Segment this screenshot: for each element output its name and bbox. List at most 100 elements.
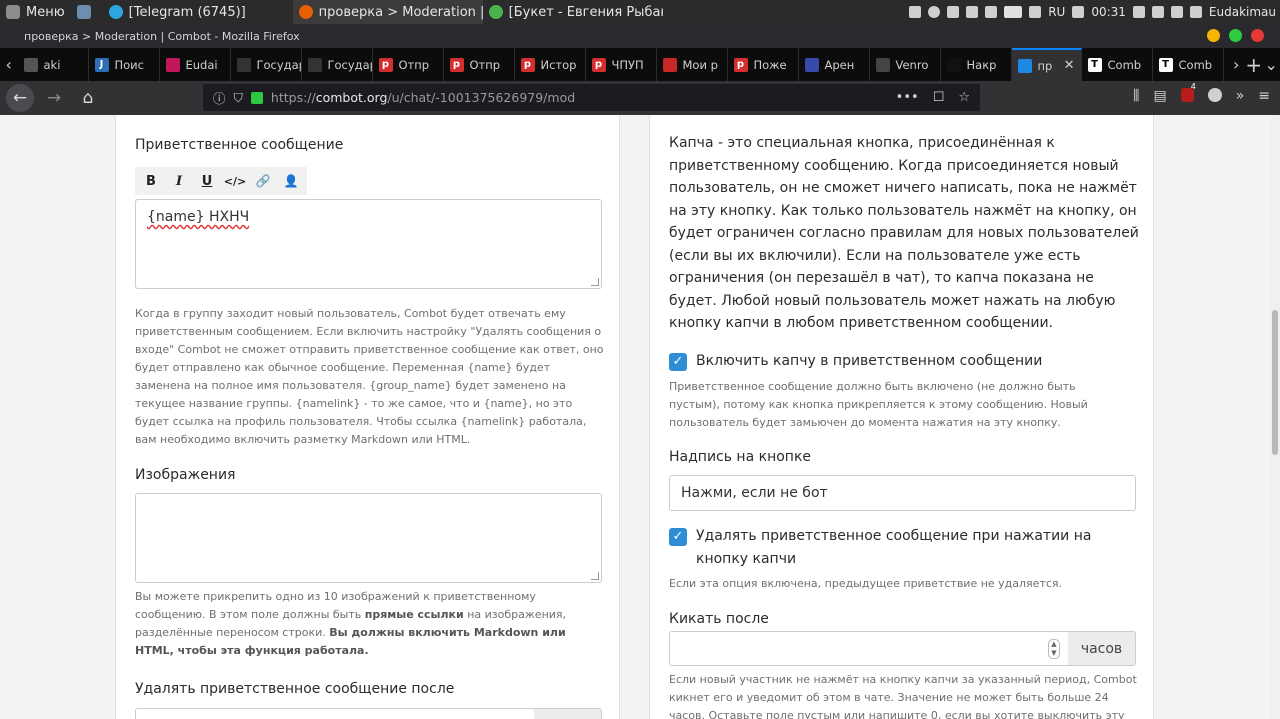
browser-tab[interactable]: p Поже [728,48,799,81]
ublock-icon[interactable]: 4 [1180,82,1196,106]
tabs-scroll-left-icon[interactable]: ‹ [0,55,18,74]
new-tab-icon[interactable]: + [1245,53,1263,77]
bulb-icon[interactable] [947,6,960,18]
tab-list-icon[interactable]: ⌄ [1263,55,1280,74]
welcome-message-input[interactable]: {name} НХНЧ [135,199,602,289]
keyboard-layout[interactable]: RU [1048,5,1065,19]
bell-icon[interactable] [1029,6,1042,18]
info-icon[interactable]: ⓘ [213,88,226,107]
resize-grip-icon[interactable] [591,278,599,286]
maximize-button[interactable] [1229,29,1242,42]
tab-favicon-icon [804,57,819,72]
tab-label: aki [43,57,61,72]
enable-captcha-help: Приветственное сообщение должно быть вкл… [669,380,1088,429]
folder-icon[interactable] [909,6,922,18]
sidebar-icon[interactable]: ▤ [1153,88,1166,106]
volume-icon[interactable] [1072,6,1085,18]
browser-tab[interactable]: Арен [799,48,870,81]
italic-button[interactable]: I [167,170,191,192]
page-scrollbar[interactable] [1270,115,1280,719]
folder-icon [76,5,91,19]
delete-after-unit [534,708,602,719]
kick-after-input[interactable]: ▲ ▼ [669,631,1069,666]
code-button[interactable]: </> [223,170,247,192]
tab-strip: ‹ akiJПоисEudaiГосударсГосударсpОтпрpОтп… [0,48,1280,81]
images-input[interactable] [135,493,602,583]
tab-label: Накр [966,57,997,72]
browser-tab[interactable]: p Отпр [373,48,444,81]
number-spinner-icon[interactable]: ▲ ▼ [1048,639,1060,659]
tab-favicon-icon [1017,58,1032,73]
tab-favicon-icon: p [449,57,464,72]
url-bar[interactable]: ⓘ ⛉ https://combot.org/u/chat/-100137562… [203,84,980,111]
browser-tab[interactable]: p Истор [515,48,586,81]
tab-label: Отпр [398,57,430,72]
library-icon[interactable]: ⫼ [1133,88,1139,106]
browser-tab[interactable]: T Comb [1153,48,1224,81]
browser-tab[interactable]: Государс [302,48,373,81]
delete-on-click-checkbox[interactable]: ✓ [669,528,687,546]
telegram-tray-icon[interactable] [928,6,941,18]
display-icon[interactable] [985,6,998,18]
browser-tab[interactable]: J Поис [89,48,160,81]
browser-tab[interactable]: p ЧПУП [586,48,657,81]
captcha-settings-card: Капча - это специальная кнопка, присоеди… [649,115,1154,719]
clock[interactable]: 00:31 [1091,5,1126,19]
scrollbar-thumb[interactable] [1272,310,1278,455]
close-button[interactable] [1251,29,1264,42]
shield-icon[interactable]: ⛉ [234,90,243,106]
folder-launcher[interactable] [71,0,103,24]
stop-icon[interactable] [1151,6,1164,18]
browser-tab[interactable]: пр ✕ [1011,48,1082,81]
url-host: combot.org [315,90,388,105]
window-icon[interactable] [1004,6,1023,18]
browser-tab[interactable]: Мои р [657,48,728,81]
back-icon[interactable]: ← [6,84,34,112]
tab-label: Comb [1107,57,1142,72]
next-track-icon[interactable] [1189,6,1202,18]
taskbar-telegram[interactable]: [Telegram (6745)] [103,0,293,24]
welcome-message-help: Когда в группу заходит новый пользовател… [135,307,604,446]
extension-icon[interactable] [1207,88,1222,102]
browser-tab[interactable]: Eudai [160,48,231,81]
tab-close-icon[interactable]: ✕ [1064,58,1075,73]
tab-label: Арен [824,57,855,72]
button-text-input[interactable]: Нажми, если не бот [669,475,1136,511]
browser-tab[interactable]: T Comb [1082,48,1153,81]
enable-captcha-checkbox[interactable]: ✓ [669,353,687,371]
minimize-button[interactable] [1207,29,1220,42]
mention-button[interactable]: 👤 [279,170,303,192]
browser-tab[interactable]: p Отпр [444,48,515,81]
taskbar-chrome[interactable]: [Букет - Евгения Рыбако... [483,0,663,24]
browser-tab[interactable]: aki [18,48,89,81]
bookmark-star-icon[interactable]: ☆ [958,90,970,105]
taskbar-firefox[interactable]: проверка > Moderation | ... [292,0,483,24]
system-tray: RU 00:31 Eudakimau [909,5,1280,19]
resize-grip-icon[interactable] [591,572,599,580]
link-button[interactable]: 🔗 [251,170,275,192]
battery-icon[interactable] [966,6,979,18]
tab-favicon-icon [946,57,961,72]
browser-tab[interactable]: Накр [941,48,1012,81]
forward-icon[interactable]: → [40,84,68,112]
overflow-icon[interactable]: » [1236,88,1245,106]
menu-button[interactable]: Меню [0,0,71,24]
url-path: /u/chat/-1001375626979/mod [387,90,576,105]
tabs-scroll-right-icon[interactable]: › [1228,55,1246,74]
pause-icon[interactable] [1170,6,1183,18]
prev-track-icon[interactable] [1132,6,1145,18]
browser-tab[interactable]: Venro [870,48,941,81]
browser-tab[interactable]: Государс [231,48,302,81]
lock-icon[interactable] [250,91,263,104]
window-controls [1207,29,1264,42]
underline-button[interactable]: U [195,170,219,192]
delete-after-input[interactable] [135,708,535,719]
kick-after-unit: часов [1068,631,1136,666]
hamburger-menu-icon[interactable]: ≡ [1258,88,1270,106]
images-help: Вы можете прикрепить одно из 10 изображе… [135,590,567,657]
bold-button[interactable]: B [139,170,163,192]
home-icon[interactable]: ⌂ [74,84,102,112]
page-actions-icon[interactable]: ••• [896,90,919,105]
pocket-icon[interactable]: ☐ [933,90,945,105]
user-name[interactable]: Eudakimau [1209,5,1276,19]
